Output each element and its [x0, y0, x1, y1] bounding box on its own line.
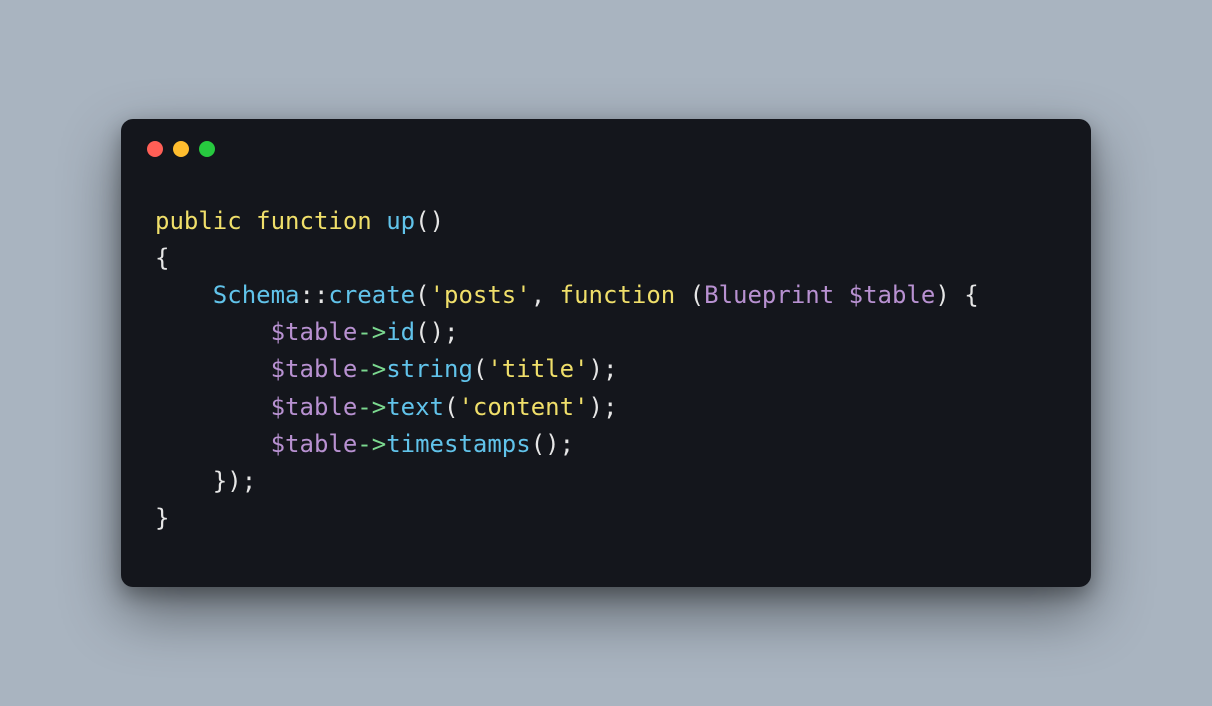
arrow-operator: ->	[357, 393, 386, 421]
keyword-function: function	[560, 281, 676, 309]
code-window: public function up() { Schema::create('p…	[121, 119, 1091, 588]
method-string: string	[386, 355, 473, 383]
paren-close: )	[589, 355, 603, 383]
variable-table: $table	[271, 393, 358, 421]
paren-open: (	[444, 393, 458, 421]
semicolon: ;	[603, 393, 617, 421]
variable-table: $table	[271, 318, 358, 346]
brace-close: }	[155, 504, 169, 532]
paren-open: (	[531, 430, 545, 458]
code-block: public function up() { Schema::create('p…	[121, 157, 1091, 588]
semicolon: ;	[242, 467, 256, 495]
paren-close: )	[589, 393, 603, 421]
comma: ,	[531, 281, 545, 309]
space	[545, 281, 559, 309]
method-text: text	[386, 393, 444, 421]
brace-open: {	[155, 244, 169, 272]
variable-table: $table	[271, 430, 358, 458]
variable-table: $table	[271, 355, 358, 383]
keyword-function: function	[256, 207, 372, 235]
space	[372, 207, 386, 235]
arrow-operator: ->	[357, 355, 386, 383]
indent	[155, 430, 271, 458]
string-content: 'content'	[458, 393, 588, 421]
space	[242, 207, 256, 235]
paren-open: (	[415, 281, 429, 309]
method-id: id	[386, 318, 415, 346]
arrow-operator: ->	[357, 318, 386, 346]
paren-close: )	[935, 281, 949, 309]
indent	[155, 355, 271, 383]
function-name-up: up	[386, 207, 415, 235]
class-schema: Schema	[213, 281, 300, 309]
indent	[155, 281, 213, 309]
minimize-icon[interactable]	[173, 141, 189, 157]
paren-open: (	[415, 318, 429, 346]
method-create: create	[328, 281, 415, 309]
semicolon: ;	[560, 430, 574, 458]
paren-close: )	[430, 318, 444, 346]
window-titlebar	[121, 119, 1091, 157]
paren-close: )	[545, 430, 559, 458]
type-blueprint: Blueprint	[704, 281, 834, 309]
arrow-operator: ->	[357, 430, 386, 458]
space	[950, 281, 964, 309]
paren-open: (	[690, 281, 704, 309]
method-timestamps: timestamps	[386, 430, 531, 458]
paren-open: (	[473, 355, 487, 383]
scope-operator: ::	[300, 281, 329, 309]
indent	[155, 467, 213, 495]
space	[834, 281, 848, 309]
brace-close: }	[213, 467, 227, 495]
close-icon[interactable]	[147, 141, 163, 157]
string-title: 'title'	[487, 355, 588, 383]
variable-table: $table	[849, 281, 936, 309]
space	[675, 281, 689, 309]
paren-close: )	[227, 467, 241, 495]
paren-open: (	[415, 207, 429, 235]
semicolon: ;	[444, 318, 458, 346]
paren-close: )	[430, 207, 444, 235]
semicolon: ;	[603, 355, 617, 383]
maximize-icon[interactable]	[199, 141, 215, 157]
keyword-public: public	[155, 207, 242, 235]
indent	[155, 318, 271, 346]
string-posts: 'posts'	[430, 281, 531, 309]
indent	[155, 393, 271, 421]
brace-open: {	[964, 281, 978, 309]
